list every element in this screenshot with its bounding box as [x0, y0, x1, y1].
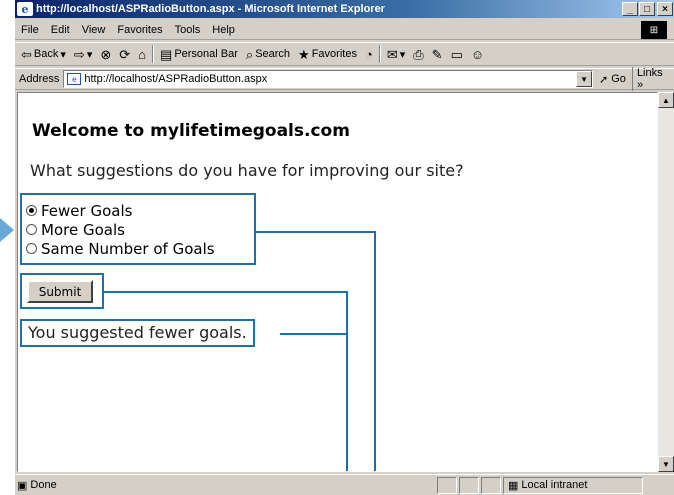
forward-arrow-icon: ⇨ [73, 46, 85, 62]
refresh-icon: ⟳ [119, 46, 131, 62]
home-button[interactable]: ⌂ [134, 48, 150, 61]
search-button[interactable]: ⌕ Search [242, 48, 294, 61]
links-button[interactable]: Links » [631, 67, 674, 91]
menu-bar: File Edit View Favorites Tools Help ⊞ [15, 20, 674, 40]
menu-help[interactable]: Help [206, 24, 241, 36]
radio-button[interactable] [26, 243, 37, 254]
personal-bar-icon: ▤ [160, 46, 173, 62]
radio-label: Fewer Goals [41, 201, 133, 220]
mail-icon: ✉ [386, 46, 398, 62]
dropdown-icon: ▾ [60, 48, 66, 61]
ie-icon: e [17, 2, 33, 16]
menu-edit[interactable]: Edit [45, 24, 76, 36]
window-title: http://localhost/ASPRadioButton.aspx - M… [36, 3, 385, 15]
status-cell [481, 476, 501, 494]
edit-button[interactable]: ✎ [428, 48, 447, 61]
stop-icon: ⊗ [100, 46, 112, 62]
maximize-button[interactable]: □ [639, 2, 655, 16]
radio-option-more-goals[interactable]: More Goals [26, 220, 254, 239]
callout-line [374, 231, 376, 471]
address-dropdown-icon[interactable]: ▼ [576, 71, 593, 87]
address-input[interactable]: e http://localhost/ASPRadioButton.aspx ▼ [63, 70, 594, 88]
menu-view[interactable]: View [76, 24, 112, 36]
favorites-label: Favorites [311, 48, 357, 60]
personal-bar-label: Personal Bar [174, 48, 238, 60]
security-zone: ▦ Local intranet [503, 476, 643, 494]
menu-file[interactable]: File [15, 24, 45, 36]
status-page-icon: ▣ [17, 479, 28, 492]
menu-tools[interactable]: Tools [169, 24, 207, 36]
go-label: Go [611, 73, 626, 85]
home-icon: ⌂ [138, 46, 147, 62]
print-icon: ⎙ [413, 46, 424, 62]
back-arrow-icon: ⇦ [21, 46, 32, 62]
favorites-button[interactable]: ★ Favorites [294, 48, 361, 61]
minimize-button[interactable]: _ [622, 2, 638, 16]
radio-button-list: Fewer Goals More Goals Same Number of Go… [20, 193, 256, 265]
callout-line [256, 231, 376, 233]
toolbar-separator [152, 45, 155, 63]
result-label: You suggested fewer goals. [20, 319, 255, 347]
status-text: Done [30, 479, 57, 491]
scroll-down-icon[interactable]: ▼ [658, 456, 674, 472]
page-icon: e [67, 73, 82, 85]
submit-callout-box: Submit [20, 273, 104, 309]
callout-line [280, 333, 348, 335]
callout-arrow [0, 218, 14, 242]
dropdown-icon: ▾ [86, 48, 93, 61]
page-content: Welcome to mylifetimegoals.com What sugg… [17, 92, 658, 472]
page-question: What suggestions do you have for improvi… [30, 161, 464, 180]
stop-button[interactable]: ⊗ [96, 48, 115, 61]
intranet-icon: ▦ [508, 479, 519, 492]
radio-label: More Goals [41, 220, 125, 239]
radio-option-fewer-goals[interactable]: Fewer Goals [26, 201, 254, 220]
edit-icon: ✎ [431, 46, 443, 62]
favorites-icon: ★ [298, 46, 310, 62]
print-button[interactable]: ⎙ [409, 48, 427, 61]
page-heading: Welcome to mylifetimegoals.com [32, 121, 350, 141]
messenger-icon: ☺ [470, 46, 485, 62]
radio-button[interactable] [26, 205, 37, 216]
radio-option-same-number[interactable]: Same Number of Goals [26, 239, 254, 258]
status-cell [459, 476, 479, 494]
radio-label: Same Number of Goals [41, 239, 215, 258]
toolbar: ⇦ Back ▾ ⇨ ▾ ⊗ ⟳ ⌂ ▤ Personal Bar ⌕ Search ★ F… [15, 42, 674, 66]
address-url: http://localhost/ASPRadioButton.aspx [84, 73, 268, 85]
history-icon: ◔ [364, 46, 373, 62]
zone-label: Local intranet [521, 479, 588, 491]
radio-checked-dot [29, 208, 34, 213]
address-label: Address [19, 73, 60, 85]
back-label: Back [33, 48, 59, 60]
go-arrow-icon: ➚ [599, 73, 609, 86]
windows-flag-icon: ⊞ [641, 21, 667, 39]
messenger-button[interactable]: ☺ [467, 48, 488, 61]
scroll-up-icon[interactable]: ▲ [658, 92, 674, 108]
vertical-scrollbar[interactable]: ▲ ▼ [658, 92, 674, 472]
search-icon: ⌕ [245, 46, 254, 62]
callout-line [346, 291, 348, 471]
menu-favorites[interactable]: Favorites [111, 24, 168, 36]
search-label: Search [255, 48, 291, 60]
forward-button[interactable]: ⇨ ▾ [70, 48, 96, 61]
submit-button[interactable]: Submit [27, 280, 93, 303]
dropdown-icon: ▾ [399, 48, 406, 61]
status-bar: ▣ Done ▦ Local intranet [15, 474, 674, 495]
toolbar-separator [378, 45, 381, 63]
radio-button[interactable] [26, 224, 37, 235]
address-bar: Address e http://localhost/ASPRadioButto… [15, 67, 674, 91]
callout-line [104, 291, 348, 293]
discuss-button[interactable]: ▭ [447, 48, 467, 61]
personal-bar-button[interactable]: ▤ Personal Bar [156, 48, 242, 61]
mail-button[interactable]: ✉ ▾ [383, 48, 409, 61]
status-cell [437, 476, 457, 494]
go-button[interactable]: ➚ Go [593, 73, 632, 86]
refresh-button[interactable]: ⟳ [115, 48, 134, 61]
history-button[interactable]: ◔ [361, 48, 377, 61]
title-bar: e http://localhost/ASPRadioButton.aspx -… [15, 0, 674, 18]
discuss-icon: ▭ [450, 46, 463, 62]
close-button[interactable]: × [657, 2, 673, 16]
browser-window: e http://localhost/ASPRadioButton.aspx -… [14, 0, 674, 495]
back-button[interactable]: ⇦ Back ▾ [17, 48, 70, 61]
